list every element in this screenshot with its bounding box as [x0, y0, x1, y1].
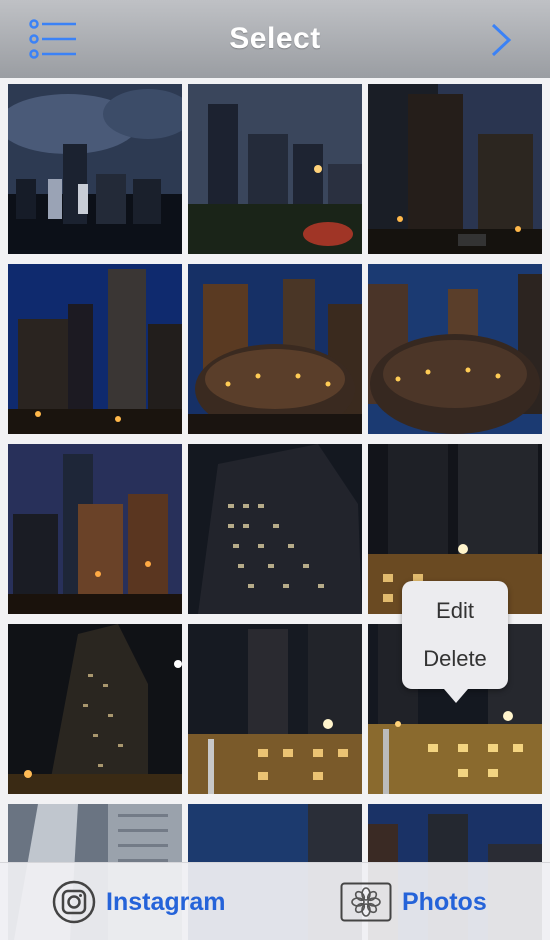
photos-label: Photos [402, 887, 487, 916]
page-title: Select [229, 22, 321, 55]
photo-thumbnail[interactable] [8, 84, 182, 254]
edit-menu-item[interactable]: Edit [402, 587, 508, 635]
photo-grid [8, 84, 542, 940]
photo-thumbnail[interactable] [8, 264, 182, 434]
photo-thumbnail[interactable] [368, 264, 542, 434]
delete-menu-item[interactable]: Delete [402, 635, 508, 683]
instagram-button[interactable]: Instagram [52, 863, 225, 940]
photo-thumbnail[interactable] [188, 264, 362, 434]
instagram-label: Instagram [106, 887, 226, 916]
context-menu: Edit Delete [402, 581, 508, 703]
bottom-toolbar: Instagram Photos [0, 862, 550, 940]
photo-thumbnail[interactable] [188, 84, 362, 254]
navigation-bar: Select [0, 0, 550, 78]
list-icon[interactable] [28, 18, 80, 60]
photos-button[interactable]: Photos [340, 863, 487, 940]
photo-thumbnail[interactable] [8, 444, 182, 614]
chevron-right-icon[interactable] [490, 22, 512, 58]
photo-thumbnail[interactable] [8, 624, 182, 794]
photo-thumbnail[interactable] [368, 84, 542, 254]
photo-thumbnail[interactable] [188, 444, 362, 614]
instagram-icon [52, 880, 96, 924]
photo-thumbnail[interactable] [188, 624, 362, 794]
photos-flower-icon [340, 882, 392, 922]
